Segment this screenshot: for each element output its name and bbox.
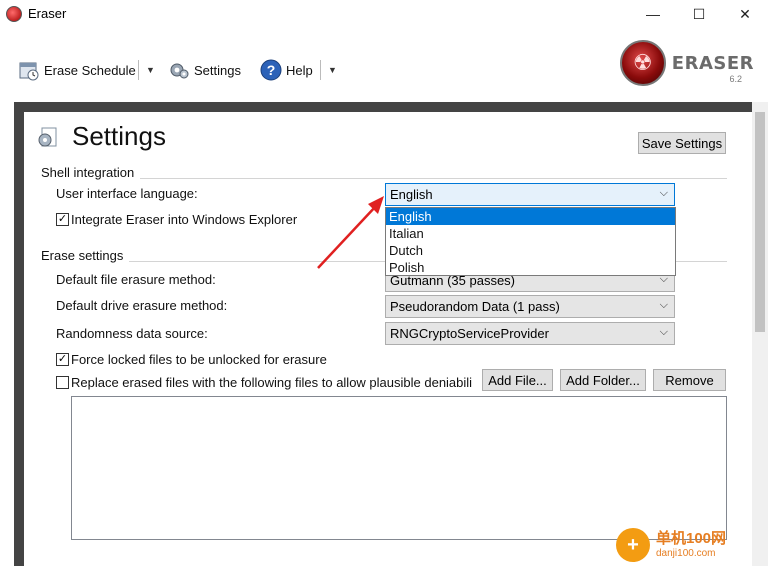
toolbar-divider xyxy=(320,60,321,80)
section-divider xyxy=(41,178,727,179)
drive-method-select[interactable]: Pseudorandom Data (1 pass) ⌵ xyxy=(385,295,675,318)
remove-button[interactable]: Remove xyxy=(653,369,726,391)
logo-name: ERASER xyxy=(671,52,754,74)
integrate-explorer-label: Integrate Eraser into Windows Explorer xyxy=(71,212,298,227)
force-unlock-checkbox[interactable]: ✓ xyxy=(56,353,69,366)
logo-version: 6.2 xyxy=(729,74,742,84)
language-option-english[interactable]: English xyxy=(386,208,675,225)
random-source-label: Randomness data source: xyxy=(56,326,208,341)
help-dropdown-icon[interactable]: ▼ xyxy=(328,58,337,82)
settings-page-icon xyxy=(36,126,60,150)
language-select-value: English xyxy=(390,187,433,202)
close-button[interactable]: ✕ xyxy=(722,0,768,28)
page-title: Settings xyxy=(72,121,166,151)
help-button[interactable]: ? Help xyxy=(260,58,313,82)
erase-settings-heading: Erase settings xyxy=(41,248,130,263)
chevron-down-icon: ⌵ xyxy=(659,326,668,338)
drive-method-label: Default drive erasure method: xyxy=(56,298,228,313)
eraser-app-icon xyxy=(6,6,22,22)
erase-schedule-button[interactable]: Erase Schedule xyxy=(18,58,136,82)
shell-integration-heading: Shell integration xyxy=(41,165,141,180)
maximize-button[interactable]: ☐ xyxy=(676,0,722,28)
random-source-value: RNGCryptoServiceProvider xyxy=(390,326,549,341)
help-icon: ? xyxy=(260,59,282,81)
language-option-polish[interactable]: Polish xyxy=(386,259,675,276)
erase-schedule-icon xyxy=(18,59,40,81)
watermark-name: 单机100网 xyxy=(656,530,727,548)
red-arrow-annotation xyxy=(317,196,384,269)
window-title: Eraser xyxy=(28,6,67,21)
minimize-button[interactable]: — xyxy=(630,0,676,28)
force-unlock-label: Force locked files to be unlocked for er… xyxy=(71,352,327,367)
language-select[interactable]: English ⌵ xyxy=(385,183,675,206)
chevron-down-icon: ⌵ xyxy=(659,187,668,199)
add-file-button[interactable]: Add File... xyxy=(482,369,553,391)
gear-icon xyxy=(168,59,190,81)
replace-files-label: Replace erased files with the following … xyxy=(71,375,473,390)
toolbar: Erase Schedule ▼ Settings ? Help ▼ ☢ ERA… xyxy=(0,28,768,102)
chevron-down-icon: ⌵ xyxy=(659,299,668,311)
watermark-url: danji100.com xyxy=(656,547,716,559)
svg-text:?: ? xyxy=(267,62,276,78)
vertical-scrollbar[interactable] xyxy=(752,102,768,566)
save-settings-button[interactable]: Save Settings xyxy=(638,132,726,154)
toolbar-divider xyxy=(138,60,139,80)
settings-label: Settings xyxy=(194,62,241,78)
add-folder-button[interactable]: Add Folder... xyxy=(560,369,646,391)
language-label: User interface language: xyxy=(56,186,198,201)
language-option-dutch[interactable]: Dutch xyxy=(386,242,675,259)
radiation-icon: ☢ xyxy=(619,40,666,86)
plausible-deniability-file-list[interactable] xyxy=(71,396,727,540)
erase-schedule-label: Erase Schedule xyxy=(44,62,136,78)
erase-schedule-dropdown-icon[interactable]: ▼ xyxy=(146,58,155,82)
scrollbar-thumb[interactable] xyxy=(755,112,765,332)
integrate-explorer-checkbox[interactable]: ✓ xyxy=(56,213,69,226)
help-label: Help xyxy=(286,62,313,78)
title-bar: Eraser — ☐ ✕ xyxy=(0,0,768,28)
replace-files-checkbox[interactable] xyxy=(56,376,69,389)
file-method-label: Default file erasure method: xyxy=(56,272,216,287)
language-dropdown-list: English Italian Dutch Polish xyxy=(385,207,676,276)
plus-logo-icon: + xyxy=(616,528,650,562)
settings-button[interactable]: Settings xyxy=(168,58,241,82)
site-watermark: + 单机100网 danji100.com xyxy=(616,524,768,566)
random-source-select[interactable]: RNGCryptoServiceProvider ⌵ xyxy=(385,322,675,345)
drive-method-value: Pseudorandom Data (1 pass) xyxy=(390,299,560,314)
language-option-italian[interactable]: Italian xyxy=(386,225,675,242)
